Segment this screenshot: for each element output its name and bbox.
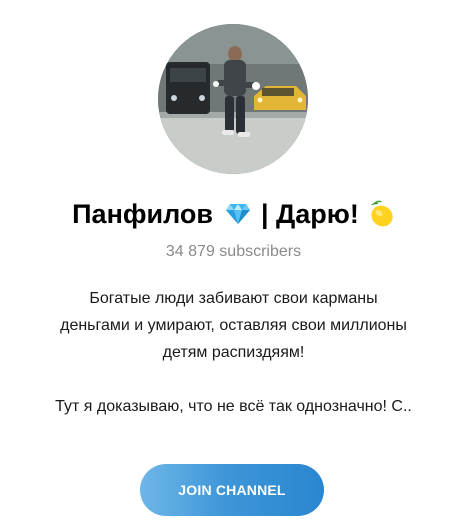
channel-name-part2: | Дарю! xyxy=(260,198,359,229)
description-line: Тут я доказываю, что не всё так однознач… xyxy=(55,398,412,415)
avatar-photo xyxy=(158,24,308,174)
lemon-icon xyxy=(365,199,395,229)
subscriber-count: 34 879 subscribers xyxy=(165,243,302,260)
description-line: детям распиздяям! xyxy=(162,344,305,361)
join-channel-button[interactable]: JOIN CHANNEL xyxy=(140,464,324,516)
channel-name-part1: Панфилов xyxy=(72,198,213,229)
description-line: деньгами и умирают, оставляя свои миллио… xyxy=(60,317,407,334)
gem-stone-icon xyxy=(225,203,251,225)
channel-description: Богатые люди забивают свои карманы деньг… xyxy=(0,285,467,420)
description-line: Богатые люди забивают свои карманы xyxy=(89,290,378,307)
channel-title: Панфилов | Дарю! xyxy=(0,194,467,234)
channel-avatar xyxy=(158,24,308,174)
channel-preview-card: Панфилов | Дарю! 34 879 subscribers Бога… xyxy=(0,0,467,530)
